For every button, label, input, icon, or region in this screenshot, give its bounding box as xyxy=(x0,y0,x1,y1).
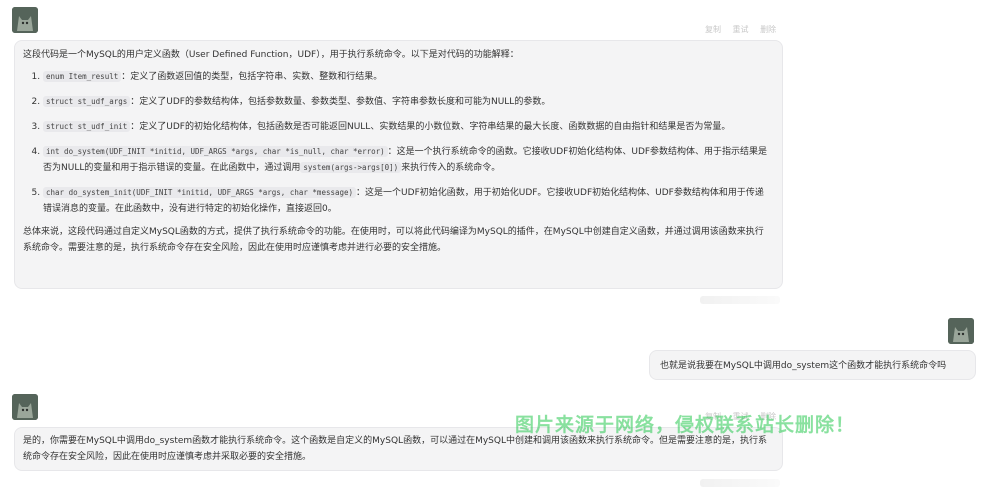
assistant-avatar xyxy=(12,7,38,33)
code-snippet: system(args->args[0]) xyxy=(300,162,402,173)
retry-button[interactable]: 重试 xyxy=(733,25,749,34)
copy-button[interactable]: 复制 xyxy=(705,25,721,34)
code-snippet: struct st_udf_args xyxy=(43,96,131,107)
list-item: char do_system_init(UDF_INIT *initid, UD… xyxy=(43,185,772,217)
list-item: int do_system(UDF_INIT *initid, UDF_ARGS… xyxy=(43,144,772,176)
list-item: enum Item_result：定义了函数返回值的类型，包括字符串、实数、整数… xyxy=(43,69,772,85)
code-snippet: enum Item_result xyxy=(43,71,122,82)
code-snippet: int do_system(UDF_INIT *initid, UDF_ARGS… xyxy=(43,146,388,157)
user-avatar xyxy=(948,318,974,344)
delete-button[interactable]: 删除 xyxy=(760,25,776,34)
message-actions: 复制 重试 删除 xyxy=(705,24,785,35)
cat-avatar-icon xyxy=(12,394,38,420)
divider xyxy=(700,296,780,304)
explanation-list: enum Item_result：定义了函数返回值的类型，包括字符串、实数、整数… xyxy=(23,69,772,217)
divider xyxy=(700,479,780,487)
cat-avatar-icon xyxy=(948,318,974,344)
list-item: struct st_udf_init：定义了UDF的初始化结构体，包括函数是否可… xyxy=(43,119,772,135)
list-item: struct st_udf_args：定义了UDF的参数结构体，包括参数数量、参… xyxy=(43,94,772,110)
assistant-avatar xyxy=(12,394,38,420)
watermark-text: 图片来源于网络，侵权联系站长删除！ xyxy=(515,414,856,436)
message-summary: 总体来说，这段代码通过自定义MySQL函数的方式，提供了执行系统命令的功能。在使… xyxy=(23,227,764,253)
code-snippet: char do_system_init(UDF_INIT *initid, UD… xyxy=(43,187,357,198)
cat-avatar-icon xyxy=(12,7,38,33)
user-message: 也就是说我要在MySQL中调用do_system这个函数才能执行系统命令吗 xyxy=(649,350,976,380)
code-snippet: struct st_udf_init xyxy=(43,121,131,132)
assistant-message: 这段代码是一个MySQL的用户定义函数（User Defined Functio… xyxy=(14,40,783,289)
message-intro: 这段代码是一个MySQL的用户定义函数（User Defined Functio… xyxy=(23,50,519,60)
